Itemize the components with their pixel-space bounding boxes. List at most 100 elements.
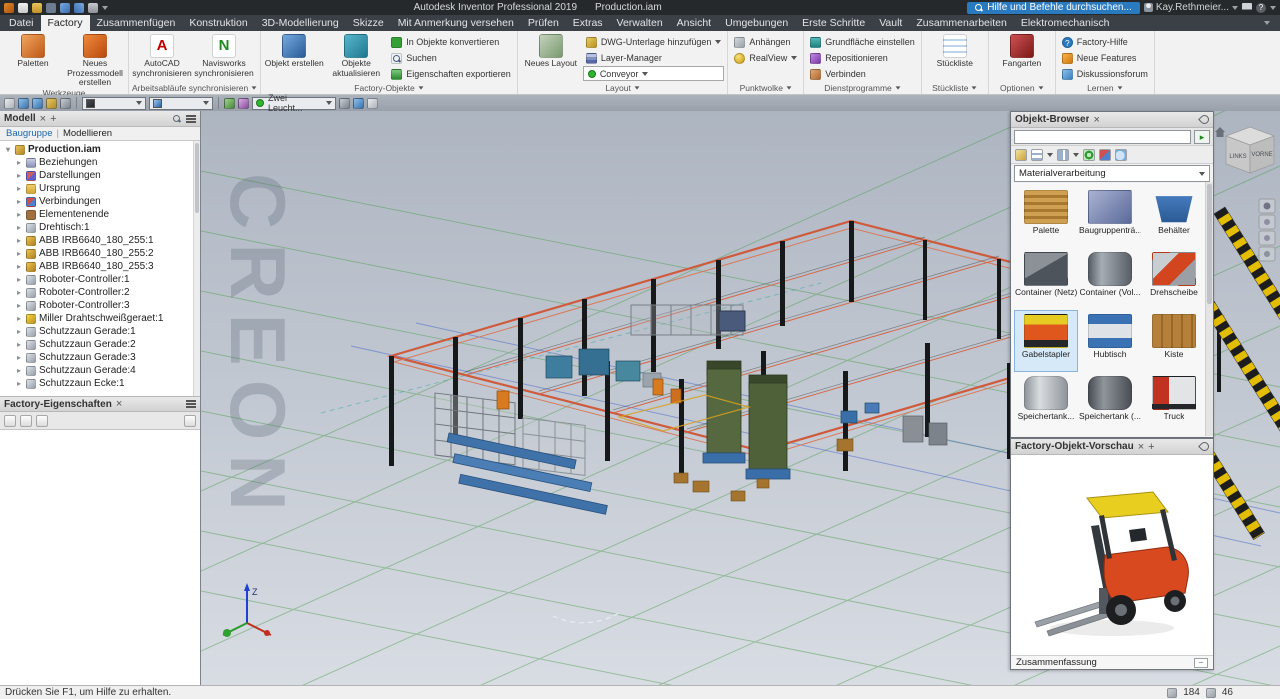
collapse-button[interactable]: − — [1194, 657, 1208, 668]
asset-palette[interactable]: Palette — [1014, 186, 1078, 248]
pin-icon[interactable] — [1198, 113, 1211, 126]
appearance-select[interactable] — [149, 96, 213, 110]
objekte-aktualisieren-button[interactable]: Objekte aktualisieren — [326, 32, 386, 78]
tree-item[interactable]: ▸ Schutzzaun Gerade:1 — [0, 325, 200, 338]
expander-icon[interactable]: ▸ — [15, 366, 23, 375]
group-label-lernen[interactable]: Lernen — [1059, 82, 1151, 94]
tree-item[interactable]: ▸ Drehtisch:1 — [0, 221, 200, 234]
asset-baugruppentraeger[interactable]: Baugruppenträ... — [1078, 186, 1142, 248]
factory-hilfe-button[interactable]: ? Factory-Hilfe — [1059, 34, 1151, 50]
tree-item-production[interactable]: ▾ Production.iam — [0, 143, 200, 156]
neues-prozessmodell-button[interactable]: Neues Prozessmodell erstellen — [65, 32, 125, 88]
tab-datei[interactable]: Datei — [2, 15, 41, 31]
objekt-erstellen-button[interactable]: Objekt erstellen — [264, 32, 324, 69]
expander-icon[interactable]: ▸ — [15, 184, 23, 193]
undo-icon[interactable] — [18, 97, 29, 109]
open-icon[interactable] — [32, 2, 42, 13]
expander-icon[interactable]: ▸ — [15, 236, 23, 245]
search-icon[interactable] — [172, 114, 182, 124]
autocad-sync-button[interactable]: A AutoCAD synchronisieren — [132, 32, 192, 78]
asset-behaelter[interactable]: Behälter — [1142, 186, 1206, 248]
tree-item[interactable]: ▸ Roboter-Controller:3 — [0, 299, 200, 312]
anhaengen-button[interactable]: Anhängen — [731, 34, 800, 50]
tree-item[interactable]: ▸ Schutzzaun Ecke:1 — [0, 377, 200, 390]
stueckliste-button[interactable]: Stückliste — [925, 32, 985, 69]
asset-gabelstapler[interactable]: Gabelstapler — [1014, 310, 1078, 372]
suchen-button[interactable]: Suchen — [388, 50, 514, 66]
sync-icon[interactable] — [1099, 148, 1111, 161]
material-select[interactable] — [82, 96, 146, 110]
layer-manager-button[interactable]: Layer-Manager — [583, 50, 725, 66]
cloud-icon[interactable] — [1115, 148, 1127, 161]
tab-pruefen[interactable]: Prüfen — [521, 15, 566, 31]
realview-button[interactable]: RealView — [731, 50, 800, 66]
group-by-icon[interactable] — [36, 414, 48, 427]
subtab-modellieren[interactable]: Modellieren — [63, 128, 112, 139]
tree-item[interactable]: ▸ Elementenende — [0, 208, 200, 221]
expander-icon[interactable]: ▸ — [15, 249, 23, 258]
tree-item[interactable]: ▸ ABB IRB6640_180_255:2 — [0, 247, 200, 260]
select-icon[interactable] — [4, 97, 15, 109]
asset-speichertank-1[interactable]: Speichertank... — [1014, 372, 1078, 434]
group-label-dienstprogramme[interactable]: Dienstprogramme — [807, 82, 918, 94]
save-icon[interactable] — [46, 2, 56, 13]
ribbon-collapse-icon[interactable] — [1264, 21, 1270, 25]
close-icon[interactable]: × — [40, 113, 46, 124]
list-view-select[interactable] — [1031, 148, 1043, 161]
sort-descending-icon[interactable] — [20, 414, 32, 427]
print-icon[interactable] — [88, 2, 98, 13]
neues-layout-button[interactable]: Neues Layout — [521, 32, 581, 69]
group-label-punktwolke[interactable]: Punktwolke — [731, 81, 800, 94]
cart-icon[interactable] — [1242, 3, 1252, 12]
expander-icon[interactable]: ▸ — [15, 314, 23, 323]
user-account-menu[interactable]: Kay.Rethmeier... — [1143, 2, 1238, 13]
tree-item[interactable]: ▸ Verbindungen — [0, 195, 200, 208]
asset-kiste[interactable]: Kiste — [1142, 310, 1206, 372]
tree-item[interactable]: ▸ Ursprung — [0, 182, 200, 195]
tab-extras[interactable]: Extras — [566, 15, 610, 31]
group-label-layout[interactable]: Layout — [521, 81, 725, 94]
group-label-stueckliste[interactable]: Stückliste — [925, 81, 985, 94]
redo-icon[interactable] — [74, 2, 84, 13]
tab-factory[interactable]: Factory — [40, 15, 90, 31]
close-icon[interactable]: × — [1138, 441, 1144, 452]
tree-item[interactable]: ▸ Roboter-Controller:1 — [0, 273, 200, 286]
dwg-unterlage-button[interactable]: DWG-Unterlage hinzufügen — [583, 34, 725, 50]
expander-icon[interactable]: ▸ — [15, 171, 23, 180]
asset-drehscheibe[interactable]: Drehscheibe — [1142, 248, 1206, 310]
expander-icon[interactable]: ▸ — [15, 223, 23, 232]
expander-icon[interactable]: ▾ — [4, 145, 12, 154]
refresh-icon[interactable] — [1083, 148, 1095, 161]
ground-plane-icon[interactable] — [367, 97, 378, 109]
lighting-select[interactable]: Zwei Leucht... — [252, 93, 336, 113]
tree-item[interactable]: ▸ Darstellungen — [0, 169, 200, 182]
tree-item[interactable]: ▸ Schutzzaun Gerade:2 — [0, 338, 200, 351]
tree-item[interactable]: ▸ Miller Drahtschweißgeraet:1 — [0, 312, 200, 325]
home-icon[interactable] — [1216, 132, 1224, 137]
tab-verwalten[interactable]: Verwalten — [610, 15, 670, 31]
asset-truck[interactable]: Truck — [1142, 372, 1206, 434]
menu-icon[interactable] — [186, 400, 196, 408]
navisworks-sync-button[interactable]: N Navisworks synchronisieren — [194, 32, 254, 78]
tab-skizze[interactable]: Skizze — [346, 15, 391, 31]
subtab-baugruppe[interactable]: Baugruppe — [6, 128, 52, 139]
object-search-input[interactable] — [1014, 129, 1191, 144]
parameters-icon[interactable] — [46, 97, 57, 109]
tree-scrollbar[interactable] — [193, 141, 200, 396]
thumbnail-view-select[interactable] — [1057, 148, 1069, 161]
neue-features-button[interactable]: Neue Features — [1059, 50, 1151, 66]
help-dropdown-icon[interactable] — [1270, 5, 1276, 10]
help-search-input[interactable]: Hilfe und Befehle durchsuchen... — [967, 1, 1140, 14]
expander-icon[interactable]: ▸ — [15, 379, 23, 388]
grundflaeche-einstellen-button[interactable]: Grundfläche einstellen — [807, 34, 918, 50]
undo-icon[interactable] — [60, 2, 70, 13]
asset-hubtisch[interactable]: Hubtisch — [1078, 310, 1142, 372]
asset-scrollbar[interactable] — [1205, 182, 1213, 436]
shadows-icon[interactable] — [238, 97, 249, 109]
tree-item[interactable]: ▸ ABB IRB6640_180_255:1 — [0, 234, 200, 247]
group-label-arbeitsablaeufe[interactable]: Arbeitsabläufe synchronisieren — [132, 81, 257, 94]
visual-style-icon[interactable] — [224, 97, 235, 109]
verbinden-button[interactable]: Verbinden — [807, 66, 918, 82]
category-select[interactable]: Materialverarbeitung — [1014, 165, 1210, 182]
asset-container-vol[interactable]: Container (Vol... — [1078, 248, 1142, 310]
